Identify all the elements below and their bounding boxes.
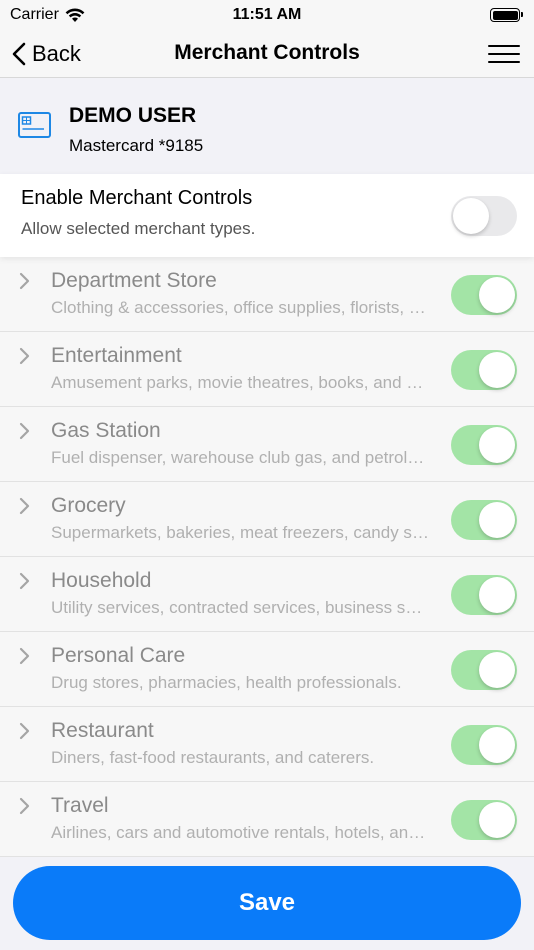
chevron-right-icon xyxy=(19,347,30,365)
merchant-toggle-gas-station[interactable] xyxy=(451,425,517,465)
merchant-description: Amusement parks, movie theatres, books, … xyxy=(51,373,431,392)
chevron-right-icon xyxy=(19,722,30,740)
save-button[interactable]: Save xyxy=(13,866,521,940)
enable-title: Enable Merchant Controls xyxy=(21,187,253,209)
chevron-right-icon xyxy=(19,272,30,290)
toggle-knob xyxy=(479,727,515,763)
toggle-knob xyxy=(479,352,515,388)
toggle-knob xyxy=(479,502,515,538)
merchant-description: Supermarkets, bakeries, meat freezers, c… xyxy=(51,523,431,542)
toggle-knob xyxy=(479,652,515,688)
toggle-knob xyxy=(453,198,489,234)
toggle-knob xyxy=(479,277,515,313)
merchant-description: Clothing & accessories, office supplies,… xyxy=(51,298,431,317)
card-header: DEMO USER Mastercard *9185 xyxy=(0,79,534,174)
merchant-description: Airlines, cars and automotive rentals, h… xyxy=(51,823,431,842)
merchant-title: Grocery xyxy=(51,494,126,517)
merchant-description: Fuel dispenser, warehouse club gas, and … xyxy=(51,448,431,467)
merchant-row-entertainment[interactable]: Entertainment Amusement parks, movie the… xyxy=(0,332,534,407)
enable-merchant-controls: Enable Merchant Controls Allow selected … xyxy=(0,174,534,257)
merchant-title: Gas Station xyxy=(51,419,161,442)
merchant-row-travel[interactable]: Travel Airlines, cars and automotive ren… xyxy=(0,782,534,857)
merchant-list: Department Store Clothing & accessories,… xyxy=(0,257,534,857)
merchant-toggle-restaurant[interactable] xyxy=(451,725,517,765)
card-number: Mastercard *9185 xyxy=(69,136,204,155)
toggle-knob xyxy=(479,577,515,613)
status-bar: Carrier 11:51 AM xyxy=(0,0,534,30)
hamburger-menu-icon[interactable] xyxy=(488,42,520,66)
menu-line xyxy=(488,61,520,63)
merchant-row-personal-care[interactable]: Personal Care Drug stores, pharmacies, h… xyxy=(0,632,534,707)
merchant-title: Restaurant xyxy=(51,719,154,742)
merchant-title: Department Store xyxy=(51,269,217,292)
merchant-title: Entertainment xyxy=(51,344,182,367)
menu-line xyxy=(488,45,520,47)
merchant-title: Household xyxy=(51,569,152,592)
credit-card-icon xyxy=(18,112,51,138)
chevron-right-icon xyxy=(19,497,30,515)
merchant-description: Utility services, contracted services, b… xyxy=(51,598,431,617)
page-title: Merchant Controls xyxy=(174,41,360,64)
merchant-row-department-store[interactable]: Department Store Clothing & accessories,… xyxy=(0,257,534,332)
chevron-right-icon xyxy=(19,797,30,815)
status-left: Carrier xyxy=(10,6,85,24)
merchant-title: Travel xyxy=(51,794,109,817)
merchant-description: Drug stores, pharmacies, health professi… xyxy=(51,673,402,692)
merchant-description: Diners, fast-food restaurants, and cater… xyxy=(51,748,375,767)
chevron-right-icon xyxy=(19,647,30,665)
merchant-row-restaurant[interactable]: Restaurant Diners, fast-food restaurants… xyxy=(0,707,534,782)
merchant-toggle-household[interactable] xyxy=(451,575,517,615)
toggle-knob xyxy=(479,427,515,463)
menu-line xyxy=(488,53,520,55)
merchant-toggle-travel[interactable] xyxy=(451,800,517,840)
toggle-knob xyxy=(479,802,515,838)
enable-subtitle: Allow selected merchant types. xyxy=(21,219,256,238)
wifi-icon xyxy=(65,8,85,22)
merchant-row-gas-station[interactable]: Gas Station Fuel dispenser, warehouse cl… xyxy=(0,407,534,482)
merchant-row-household[interactable]: Household Utility services, contracted s… xyxy=(0,557,534,632)
carrier-label: Carrier xyxy=(10,6,59,23)
enable-merchant-controls-toggle[interactable] xyxy=(451,196,517,236)
merchant-toggle-grocery[interactable] xyxy=(451,500,517,540)
card-holder-name: DEMO USER xyxy=(69,104,197,127)
chevron-right-icon xyxy=(19,422,30,440)
merchant-toggle-department-store[interactable] xyxy=(451,275,517,315)
merchant-title: Personal Care xyxy=(51,644,186,667)
chevron-right-icon xyxy=(19,572,30,590)
navigation-bar: Back Merchant Controls xyxy=(0,30,534,78)
merchant-toggle-personal-care[interactable] xyxy=(451,650,517,690)
battery-icon xyxy=(490,8,523,22)
merchant-row-grocery[interactable]: Grocery Supermarkets, bakeries, meat fre… xyxy=(0,482,534,557)
battery-fill xyxy=(492,10,518,20)
merchant-toggle-entertainment[interactable] xyxy=(451,350,517,390)
